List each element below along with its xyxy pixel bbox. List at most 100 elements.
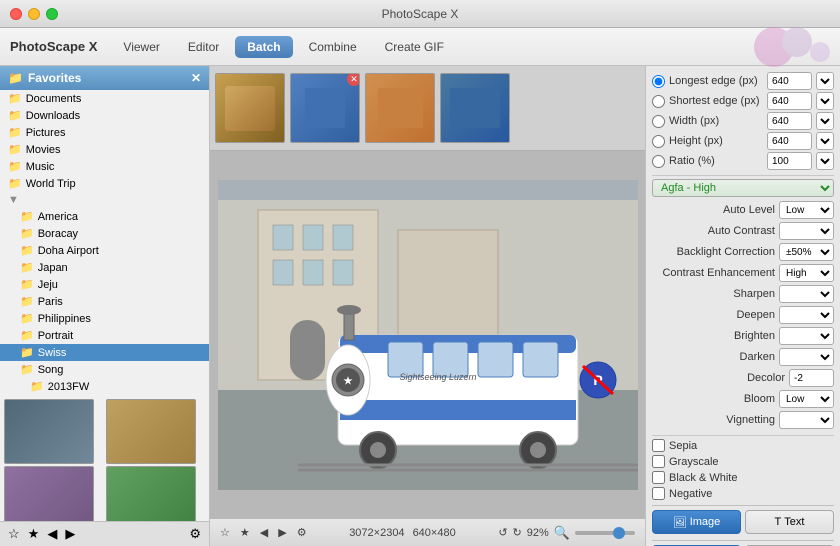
sharpen-select[interactable]: Low Medium High xyxy=(779,285,834,303)
nav-combine[interactable]: Combine xyxy=(297,36,369,58)
longest-edge-dropdown[interactable]: ▼ xyxy=(816,72,834,90)
sidebar-close-icon[interactable]: ✕ xyxy=(191,71,201,85)
sidebar-item-portrait[interactable]: 📁 Portrait xyxy=(0,327,209,344)
image-dimensions: 3072×2304 xyxy=(349,527,404,539)
main-image: ★ Sightseeing Luzern P xyxy=(218,180,638,490)
sidebar-thumb-2[interactable] xyxy=(106,399,196,464)
strip-thumb-2[interactable]: ✕ xyxy=(290,73,360,143)
sidebar-tree[interactable]: 📁 Documents 📁 Downloads 📁 Pictures 📁 Mov… xyxy=(0,90,209,521)
sidebar-thumb-3[interactable] xyxy=(4,466,94,521)
grayscale-checkbox[interactable] xyxy=(652,455,665,468)
height-input[interactable] xyxy=(767,132,812,150)
width-input[interactable] xyxy=(767,112,812,130)
radio-width-input[interactable] xyxy=(652,115,665,128)
tree-label: Song xyxy=(38,364,64,376)
sidebar-item-worldtrip[interactable]: 📁 World Trip xyxy=(0,175,209,192)
backlight-row: Backlight Correction ±50% ±25% ±75% xyxy=(652,243,834,261)
zoom-slider[interactable] xyxy=(575,531,635,535)
profile-select[interactable]: Agfa - High xyxy=(652,179,834,197)
sidebar-item-jeju[interactable]: 📁 Jeju xyxy=(0,276,209,293)
bw-checkbox[interactable] xyxy=(652,471,665,484)
strip-thumb-3[interactable] xyxy=(365,73,435,143)
rotate-left-icon[interactable]: ↺ xyxy=(498,526,507,539)
nav-viewer[interactable]: Viewer xyxy=(111,36,171,58)
strip-thumb-1[interactable] xyxy=(215,73,285,143)
folder-icon: 📁 xyxy=(8,143,22,156)
sidebar-item-swiss[interactable]: 📁 Swiss xyxy=(0,344,209,361)
nav-batch[interactable]: Batch xyxy=(235,36,292,58)
darken-select[interactable]: Low Medium High xyxy=(779,348,834,366)
nav-editor[interactable]: Editor xyxy=(176,36,231,58)
deepen-select[interactable]: Low Medium High xyxy=(779,306,834,324)
maximize-button[interactable] xyxy=(46,8,58,20)
ratio-input[interactable] xyxy=(767,152,812,170)
width-dropdown[interactable]: ▼ xyxy=(816,112,834,130)
brighten-select[interactable]: Low Medium High xyxy=(779,327,834,345)
height-dropdown[interactable]: ▼ xyxy=(816,132,834,150)
gear-icon[interactable]: ⚙ xyxy=(297,526,307,539)
backlight-select[interactable]: ±50% ±25% ±75% xyxy=(779,243,834,261)
negative-checkbox[interactable] xyxy=(652,487,665,500)
sidebar-item-doha[interactable]: 📁 Doha Airport xyxy=(0,242,209,259)
next-arrow-icon[interactable]: ▶ xyxy=(278,526,286,539)
tree-label: Paris xyxy=(38,296,63,308)
bloom-select[interactable]: Low Medium High xyxy=(779,390,834,408)
sepia-checkbox[interactable] xyxy=(652,439,665,452)
minimize-button[interactable] xyxy=(28,8,40,20)
close-button[interactable] xyxy=(10,8,22,20)
star-icon-2[interactable]: ★ xyxy=(240,526,250,539)
image-button[interactable]: 🖼 Image xyxy=(652,510,741,534)
rotate-right-icon[interactable]: ↻ xyxy=(513,526,522,539)
sidebar-thumb-grid: 035_0154.JP xyxy=(0,395,209,521)
decolor-row: Decolor xyxy=(652,369,834,387)
shortest-edge-input[interactable] xyxy=(767,92,812,110)
strip-thumb-4[interactable] xyxy=(440,73,510,143)
longest-edge-input[interactable] xyxy=(767,72,812,90)
tree-label: Swiss xyxy=(38,347,67,359)
radio-shortest-edge-input[interactable] xyxy=(652,95,665,108)
text-icon: T xyxy=(775,516,782,528)
sidebar-item-music[interactable]: 📁 Music xyxy=(0,158,209,175)
radio-ratio-input[interactable] xyxy=(652,155,665,168)
nav-gif[interactable]: Create GIF xyxy=(373,36,456,58)
sidebar-thumb-4[interactable] xyxy=(106,466,196,521)
auto-contrast-row: Auto Contrast Low Medium High xyxy=(652,222,834,240)
sidebar-item-2013fw[interactable]: 📁 2013FW xyxy=(0,378,209,395)
sidebar-item-philippines[interactable]: 📁 Philippines xyxy=(0,310,209,327)
sidebar-item-pictures[interactable]: 📁 Pictures xyxy=(0,124,209,141)
prev-icon[interactable]: ◀ xyxy=(47,526,57,542)
sidebar-item-japan[interactable]: 📁 Japan xyxy=(0,259,209,276)
next-icon[interactable]: ▶ xyxy=(65,526,75,542)
prev-arrow-icon[interactable]: ◀ xyxy=(260,526,268,539)
radio-height-input[interactable] xyxy=(652,135,665,148)
sidebar-thumb-1[interactable] xyxy=(4,399,94,464)
zoom-out-icon[interactable]: 🔍 xyxy=(554,525,570,541)
contrast-select[interactable]: High Low Medium xyxy=(779,264,834,282)
auto-contrast-select[interactable]: Low Medium High xyxy=(779,222,834,240)
decolor-input[interactable] xyxy=(789,369,834,387)
darken-row: Darken Low Medium High xyxy=(652,348,834,366)
negative-row: Negative xyxy=(652,487,834,500)
star-filled-icon[interactable]: ★ xyxy=(28,526,40,542)
sidebar-header-left: 📁 Favorites xyxy=(8,71,81,85)
sidebar-item-boracay[interactable]: 📁 Boracay xyxy=(0,225,209,242)
sidebar-item-paris[interactable]: 📁 Paris xyxy=(0,293,209,310)
radio-longest-edge-input[interactable] xyxy=(652,75,665,88)
sidebar-item-downloads[interactable]: 📁 Downloads xyxy=(0,107,209,124)
text-button[interactable]: T Text xyxy=(745,510,834,534)
tree-label: Boracay xyxy=(38,228,78,240)
star-icon[interactable]: ☆ xyxy=(220,526,230,539)
vignetting-select[interactable]: Low Medium High xyxy=(779,411,834,429)
thumb-close-icon[interactable]: ✕ xyxy=(347,73,360,86)
gear-icon[interactable]: ⚙ xyxy=(189,526,201,542)
star-icon[interactable]: ☆ xyxy=(8,526,20,542)
sidebar-item-movies[interactable]: 📁 Movies xyxy=(0,141,209,158)
sidebar-item-song[interactable]: 📁 Song xyxy=(0,361,209,378)
auto-level-select[interactable]: Low Medium High xyxy=(779,201,834,219)
sidebar-item-america[interactable]: 📁 America xyxy=(0,208,209,225)
folder-icon: 📁 xyxy=(8,92,22,105)
ratio-dropdown[interactable]: ▼ xyxy=(816,152,834,170)
negative-label: Negative xyxy=(669,488,712,500)
shortest-edge-dropdown[interactable]: ▼ xyxy=(816,92,834,110)
sidebar-item-documents[interactable]: 📁 Documents xyxy=(0,90,209,107)
